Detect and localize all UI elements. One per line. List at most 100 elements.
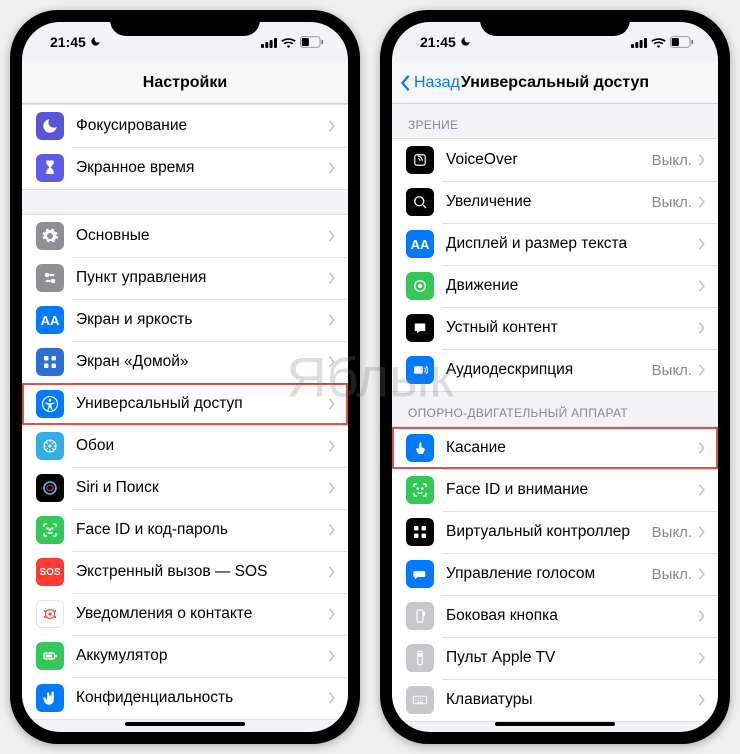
audio-desc-icon bbox=[406, 356, 434, 384]
chevron-right-icon bbox=[328, 356, 336, 368]
nav-title: Настройки bbox=[143, 74, 227, 92]
row-voice-control[interactable]: Управление голосом Выкл. bbox=[392, 553, 718, 595]
zoom-icon bbox=[406, 188, 434, 216]
row-switch-control[interactable]: Виртуальный контроллер Выкл. bbox=[392, 511, 718, 553]
chevron-right-icon bbox=[698, 484, 706, 496]
status-time: 21:45 bbox=[420, 34, 456, 50]
row-screentime[interactable]: Экранное время bbox=[22, 147, 348, 189]
section-motor: ОПОРНО-ДВИГАТЕЛЬНЫЙ АППАРАТ bbox=[392, 392, 718, 426]
phone-right: 21:45 Назад Универсальный доступ ЗРЕНИЕ … bbox=[380, 10, 730, 744]
side-button-icon bbox=[406, 602, 434, 630]
row-wallpaper[interactable]: Обои bbox=[22, 425, 348, 467]
chevron-right-icon bbox=[698, 238, 706, 250]
wifi-icon bbox=[281, 37, 296, 48]
row-control-center[interactable]: Пункт управления bbox=[22, 257, 348, 299]
home-indicator[interactable] bbox=[125, 722, 245, 726]
voiceover-icon bbox=[406, 146, 434, 174]
row-audio-desc[interactable]: Аудиодескрипция Выкл. bbox=[392, 349, 718, 391]
chevron-right-icon bbox=[328, 162, 336, 174]
exposure-icon bbox=[36, 600, 64, 628]
chevron-right-icon bbox=[328, 608, 336, 620]
row-sos[interactable]: SOS Экстренный вызов — SOS bbox=[22, 551, 348, 593]
switches-icon bbox=[36, 264, 64, 292]
row-exposure[interactable]: Уведомления о контакте bbox=[22, 593, 348, 635]
chevron-right-icon bbox=[328, 524, 336, 536]
row-focus[interactable]: Фокусирование bbox=[22, 105, 348, 147]
faceid-icon bbox=[36, 516, 64, 544]
row-zoom[interactable]: Увеличение Выкл. bbox=[392, 181, 718, 223]
battery-icon bbox=[670, 36, 694, 48]
remote-icon bbox=[406, 644, 434, 672]
section-vision: ЗРЕНИЕ bbox=[392, 104, 718, 138]
row-home-screen[interactable]: Экран «Домой» bbox=[22, 341, 348, 383]
gear-icon bbox=[36, 222, 64, 250]
row-appletv-remote[interactable]: Пульт Apple TV bbox=[392, 637, 718, 679]
row-faceid-attention[interactable]: Face ID и внимание bbox=[392, 469, 718, 511]
row-battery[interactable]: Аккумулятор bbox=[22, 635, 348, 677]
chevron-right-icon bbox=[328, 482, 336, 494]
voice-icon bbox=[406, 560, 434, 588]
sos-icon: SOS bbox=[36, 558, 64, 586]
chevron-right-icon bbox=[698, 568, 706, 580]
accessibility-icon bbox=[36, 390, 64, 418]
notch bbox=[480, 10, 630, 36]
chevron-right-icon bbox=[698, 280, 706, 292]
row-display[interactable]: AA Экран и яркость bbox=[22, 299, 348, 341]
row-keyboards[interactable]: Клавиатуры bbox=[392, 679, 718, 721]
chevron-right-icon bbox=[698, 364, 706, 376]
screen-left: 21:45 Настройки Фокусирование bbox=[22, 22, 348, 732]
grid-icon bbox=[36, 348, 64, 376]
aa-icon: AA bbox=[406, 230, 434, 258]
chevron-right-icon bbox=[698, 694, 706, 706]
status-time: 21:45 bbox=[50, 34, 86, 50]
row-spoken[interactable]: Устный контент bbox=[392, 307, 718, 349]
touch-icon bbox=[406, 434, 434, 462]
switch-icon bbox=[406, 518, 434, 546]
notch bbox=[110, 10, 260, 36]
wallpaper-icon bbox=[36, 432, 64, 460]
back-button[interactable]: Назад bbox=[400, 74, 460, 92]
chevron-right-icon bbox=[328, 314, 336, 326]
hand-icon bbox=[36, 684, 64, 712]
motion-icon bbox=[406, 272, 434, 300]
nav-bar: Назад Универсальный доступ bbox=[392, 62, 718, 104]
focus-icon bbox=[36, 112, 64, 140]
cell-signal-icon bbox=[631, 37, 647, 48]
chevron-right-icon bbox=[328, 398, 336, 410]
wifi-icon bbox=[651, 37, 666, 48]
keyboard-icon bbox=[406, 686, 434, 714]
chevron-right-icon bbox=[698, 610, 706, 622]
row-touch[interactable]: Касание bbox=[392, 427, 718, 469]
accessibility-list[interactable]: ЗРЕНИЕ VoiceOver Выкл. Увеличение Выкл. … bbox=[392, 104, 718, 732]
chevron-right-icon bbox=[698, 442, 706, 454]
dnd-moon-icon bbox=[460, 34, 471, 50]
screen-right: 21:45 Назад Универсальный доступ ЗРЕНИЕ … bbox=[392, 22, 718, 732]
settings-list[interactable]: Фокусирование Экранное время Основные bbox=[22, 104, 348, 732]
row-general[interactable]: Основные bbox=[22, 215, 348, 257]
chevron-right-icon bbox=[328, 566, 336, 578]
chevron-right-icon bbox=[328, 440, 336, 452]
row-siri[interactable]: Siri и Поиск bbox=[22, 467, 348, 509]
chevron-right-icon bbox=[328, 272, 336, 284]
chevron-right-icon bbox=[698, 322, 706, 334]
row-side-button[interactable]: Боковая кнопка bbox=[392, 595, 718, 637]
chevron-right-icon bbox=[328, 692, 336, 704]
hourglass-icon bbox=[36, 154, 64, 182]
nav-bar: Настройки bbox=[22, 62, 348, 104]
row-display-text[interactable]: AA Дисплей и размер текста bbox=[392, 223, 718, 265]
dnd-moon-icon bbox=[90, 34, 101, 50]
home-indicator[interactable] bbox=[495, 722, 615, 726]
aa-icon: AA bbox=[36, 306, 64, 334]
row-accessibility[interactable]: Универсальный доступ bbox=[22, 383, 348, 425]
row-privacy[interactable]: Конфиденциальность bbox=[22, 677, 348, 719]
battery-settings-icon bbox=[36, 642, 64, 670]
chevron-right-icon bbox=[328, 650, 336, 662]
chevron-right-icon bbox=[698, 196, 706, 208]
row-faceid[interactable]: Face ID и код-пароль bbox=[22, 509, 348, 551]
siri-icon bbox=[36, 474, 64, 502]
row-voiceover[interactable]: VoiceOver Выкл. bbox=[392, 139, 718, 181]
chevron-right-icon bbox=[698, 652, 706, 664]
nav-title: Универсальный доступ bbox=[461, 74, 649, 92]
chevron-right-icon bbox=[698, 154, 706, 166]
row-motion[interactable]: Движение bbox=[392, 265, 718, 307]
